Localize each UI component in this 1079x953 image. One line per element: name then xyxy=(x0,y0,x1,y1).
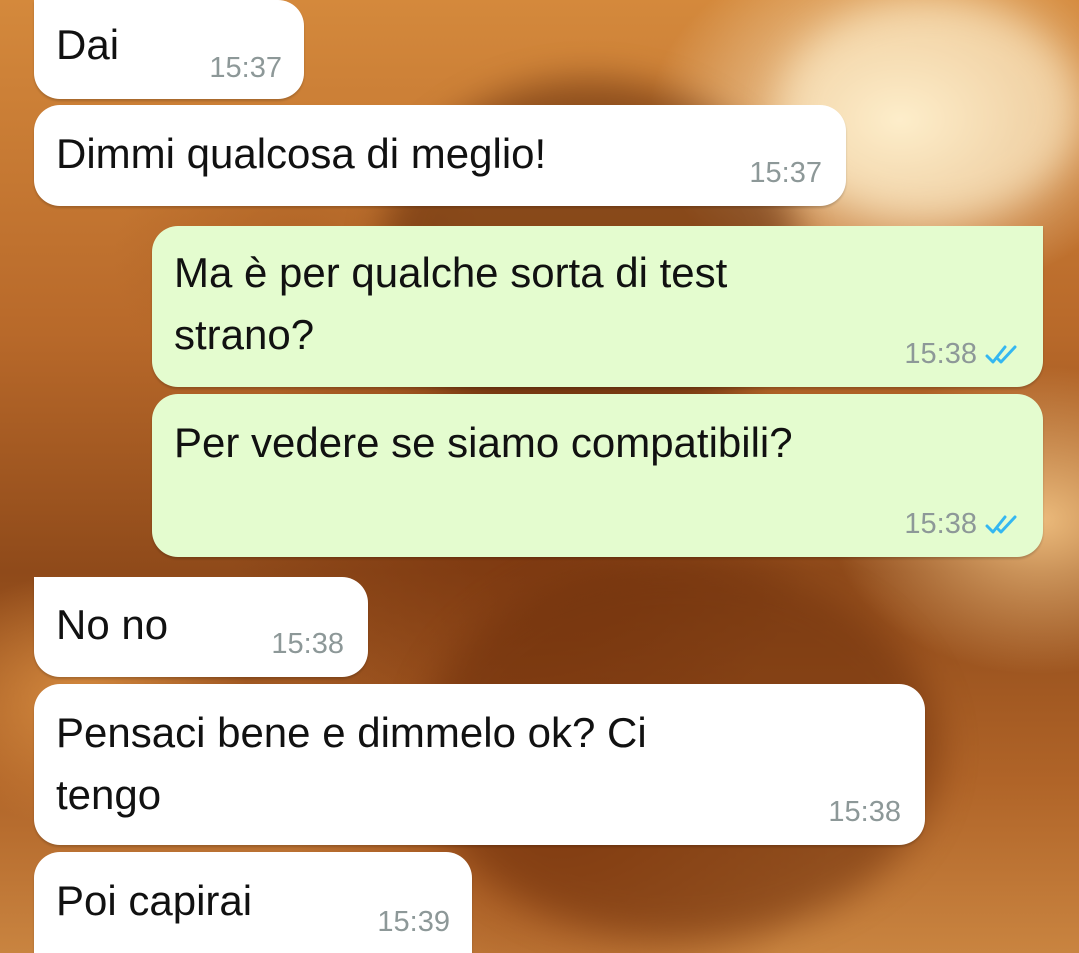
message-bubble-outgoing[interactable]: Ma è per qualche sorta di test strano? 1… xyxy=(152,226,1043,387)
message-text: Pensaci bene e dimmelo ok? Ci tengo xyxy=(56,709,647,818)
message-bubble-incoming[interactable]: No no 15:38 xyxy=(34,577,368,677)
message-meta: 15:38 xyxy=(828,796,901,829)
message-text: Per vedere se siamo compatibili? xyxy=(174,419,793,466)
message-timestamp: 15:38 xyxy=(271,628,344,660)
message-text: Dai xyxy=(56,21,120,68)
message-bubble-outgoing[interactable]: Per vedere se siamo compatibili? 15:38 xyxy=(152,394,1043,557)
message-timestamp: 15:37 xyxy=(209,52,282,84)
message-bubble-incoming[interactable]: Pensaci bene e dimmelo ok? Ci tengo 15:3… xyxy=(34,684,925,845)
message-bubble-incoming[interactable]: Poi capirai 15:39 xyxy=(34,852,472,953)
double-check-icon xyxy=(985,345,1017,363)
double-check-icon xyxy=(985,515,1017,533)
message-timestamp: 15:37 xyxy=(749,157,822,189)
message-meta: 15:38 xyxy=(904,508,1021,541)
message-meta: 15:37 xyxy=(749,157,822,190)
message-meta: 15:38 xyxy=(904,338,1021,371)
message-timestamp: 15:38 xyxy=(828,796,901,828)
message-bubble-incoming[interactable]: Dai 15:37 xyxy=(34,0,304,99)
message-timestamp: 15:38 xyxy=(904,338,977,370)
message-meta: 15:39 xyxy=(377,906,450,939)
message-meta: 15:37 xyxy=(209,52,282,85)
message-text: Dimmi qualcosa di meglio! xyxy=(56,130,547,177)
message-meta: 15:38 xyxy=(271,628,344,661)
message-text: No no xyxy=(56,601,169,648)
message-bubble-incoming[interactable]: Dimmi qualcosa di meglio! 15:37 xyxy=(34,105,846,206)
message-text: Ma è per qualche sorta di test strano? xyxy=(174,249,728,358)
message-timestamp: 15:39 xyxy=(377,906,450,938)
message-text: Poi capirai xyxy=(56,877,253,924)
message-timestamp: 15:38 xyxy=(904,508,977,540)
